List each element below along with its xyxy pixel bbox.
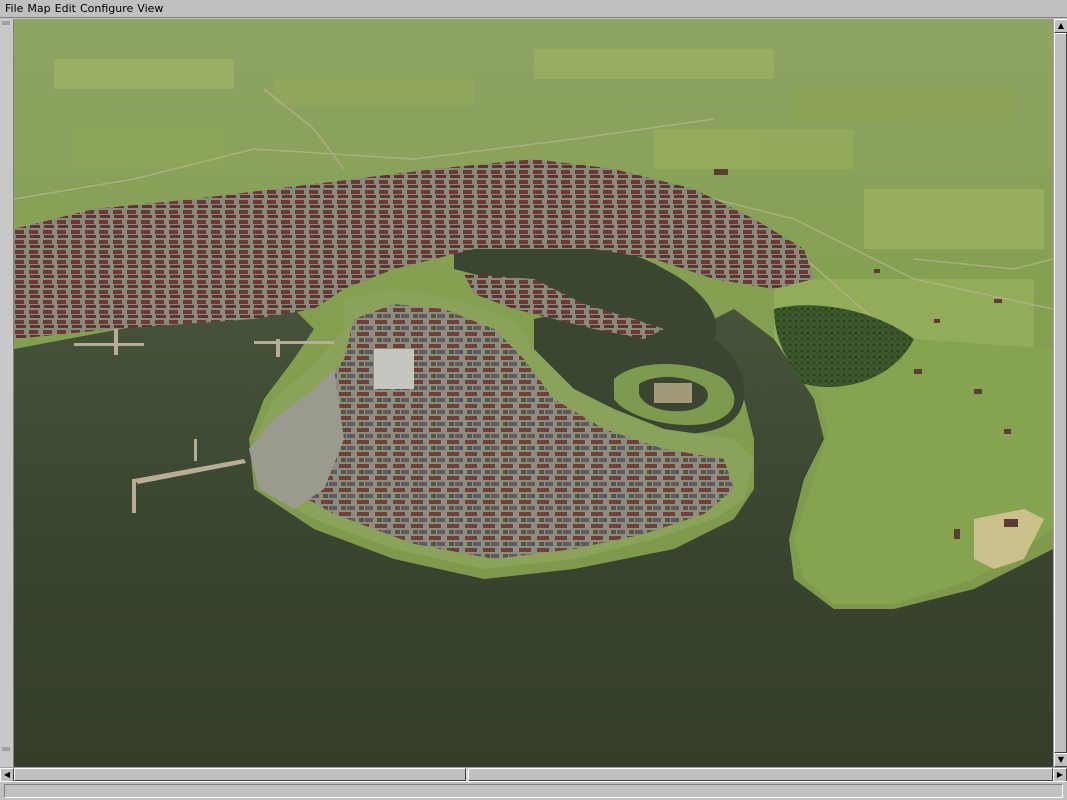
status-bar — [0, 781, 1067, 800]
fortress-building — [654, 383, 692, 403]
horizontal-scrollbar[interactable]: ◀ ▶ — [0, 767, 1067, 782]
arrow-right-icon[interactable]: ▶ — [1053, 768, 1067, 782]
menu-map[interactable]: Map — [25, 0, 52, 18]
vertical-scroll-thumb[interactable] — [1054, 33, 1067, 753]
map-3d-viewport[interactable] — [14, 19, 1053, 767]
menu-file[interactable]: File — [3, 0, 25, 18]
status-text — [4, 784, 1063, 798]
arrow-left-icon[interactable]: ◀ — [0, 768, 14, 782]
vertical-scrollbar[interactable]: ▲ ▼ — [1053, 19, 1067, 767]
map-editor-window: File Map Edit Configure View ▲ ▼ ◀ ▶ — [0, 0, 1067, 800]
horizontal-scroll-thumb[interactable] — [468, 768, 1053, 781]
harbor-warehouse — [374, 349, 414, 389]
menu-edit[interactable]: Edit — [53, 0, 78, 18]
terrain-render[interactable] — [14, 19, 1053, 767]
menu-configure[interactable]: Configure — [78, 0, 135, 18]
ruler-tick — [2, 747, 10, 751]
horizontal-scroll-track-left[interactable] — [14, 768, 466, 781]
menu-bar: File Map Edit Configure View — [0, 0, 1067, 18]
viewport-frame: ▲ ▼ ◀ ▶ — [0, 19, 1067, 782]
menu-view[interactable]: View — [135, 0, 165, 18]
left-ruler — [0, 19, 14, 767]
arrow-up-icon[interactable]: ▲ — [1054, 19, 1067, 33]
arrow-down-icon[interactable]: ▼ — [1054, 753, 1067, 767]
ruler-tick — [2, 21, 10, 25]
